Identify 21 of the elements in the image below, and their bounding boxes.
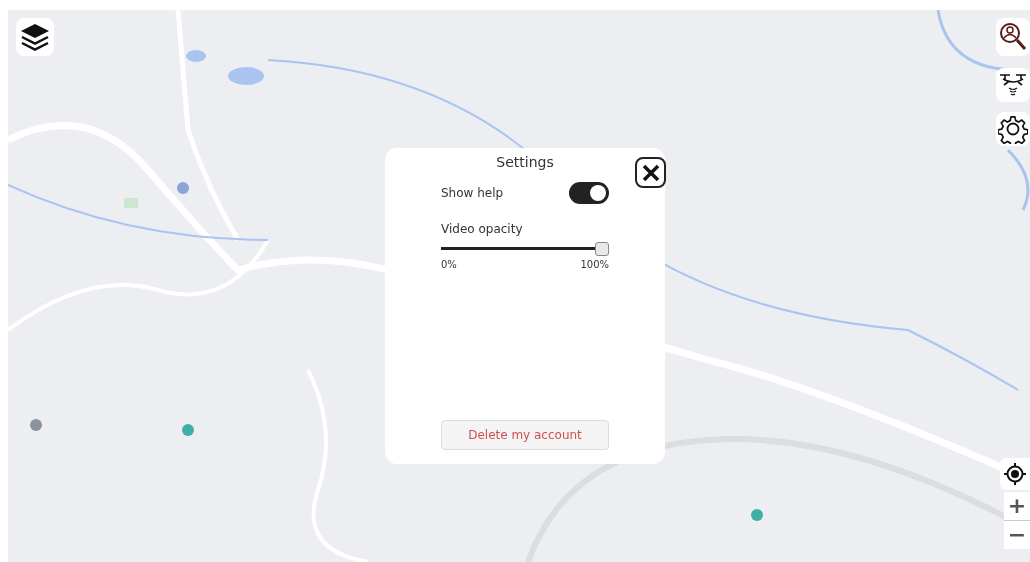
slider-min-label: 0% [441,258,457,272]
settings-button[interactable] [996,112,1030,146]
layers-icon [19,22,51,52]
person-search-icon [999,22,1027,52]
drone-icon [998,72,1028,98]
layers-button[interactable] [16,18,54,56]
settings-icon [998,114,1028,144]
slider-max-label: 100% [580,258,609,272]
dialog-title: Settings [495,153,555,172]
slider-thumb[interactable] [595,242,609,256]
close-button[interactable] [635,157,666,188]
drone-button[interactable] [996,68,1030,102]
opacity-slider[interactable] [441,241,609,257]
close-icon [640,162,661,183]
show-help-label: Show help [441,185,504,202]
person-search-button[interactable] [996,18,1030,56]
video-opacity-label: Video opacity [441,221,524,238]
show-help-toggle[interactable] [569,182,609,204]
delete-account-button[interactable]: Delete my account [441,420,609,450]
locate-icon [1004,463,1026,485]
locate-button[interactable] [1000,458,1030,490]
